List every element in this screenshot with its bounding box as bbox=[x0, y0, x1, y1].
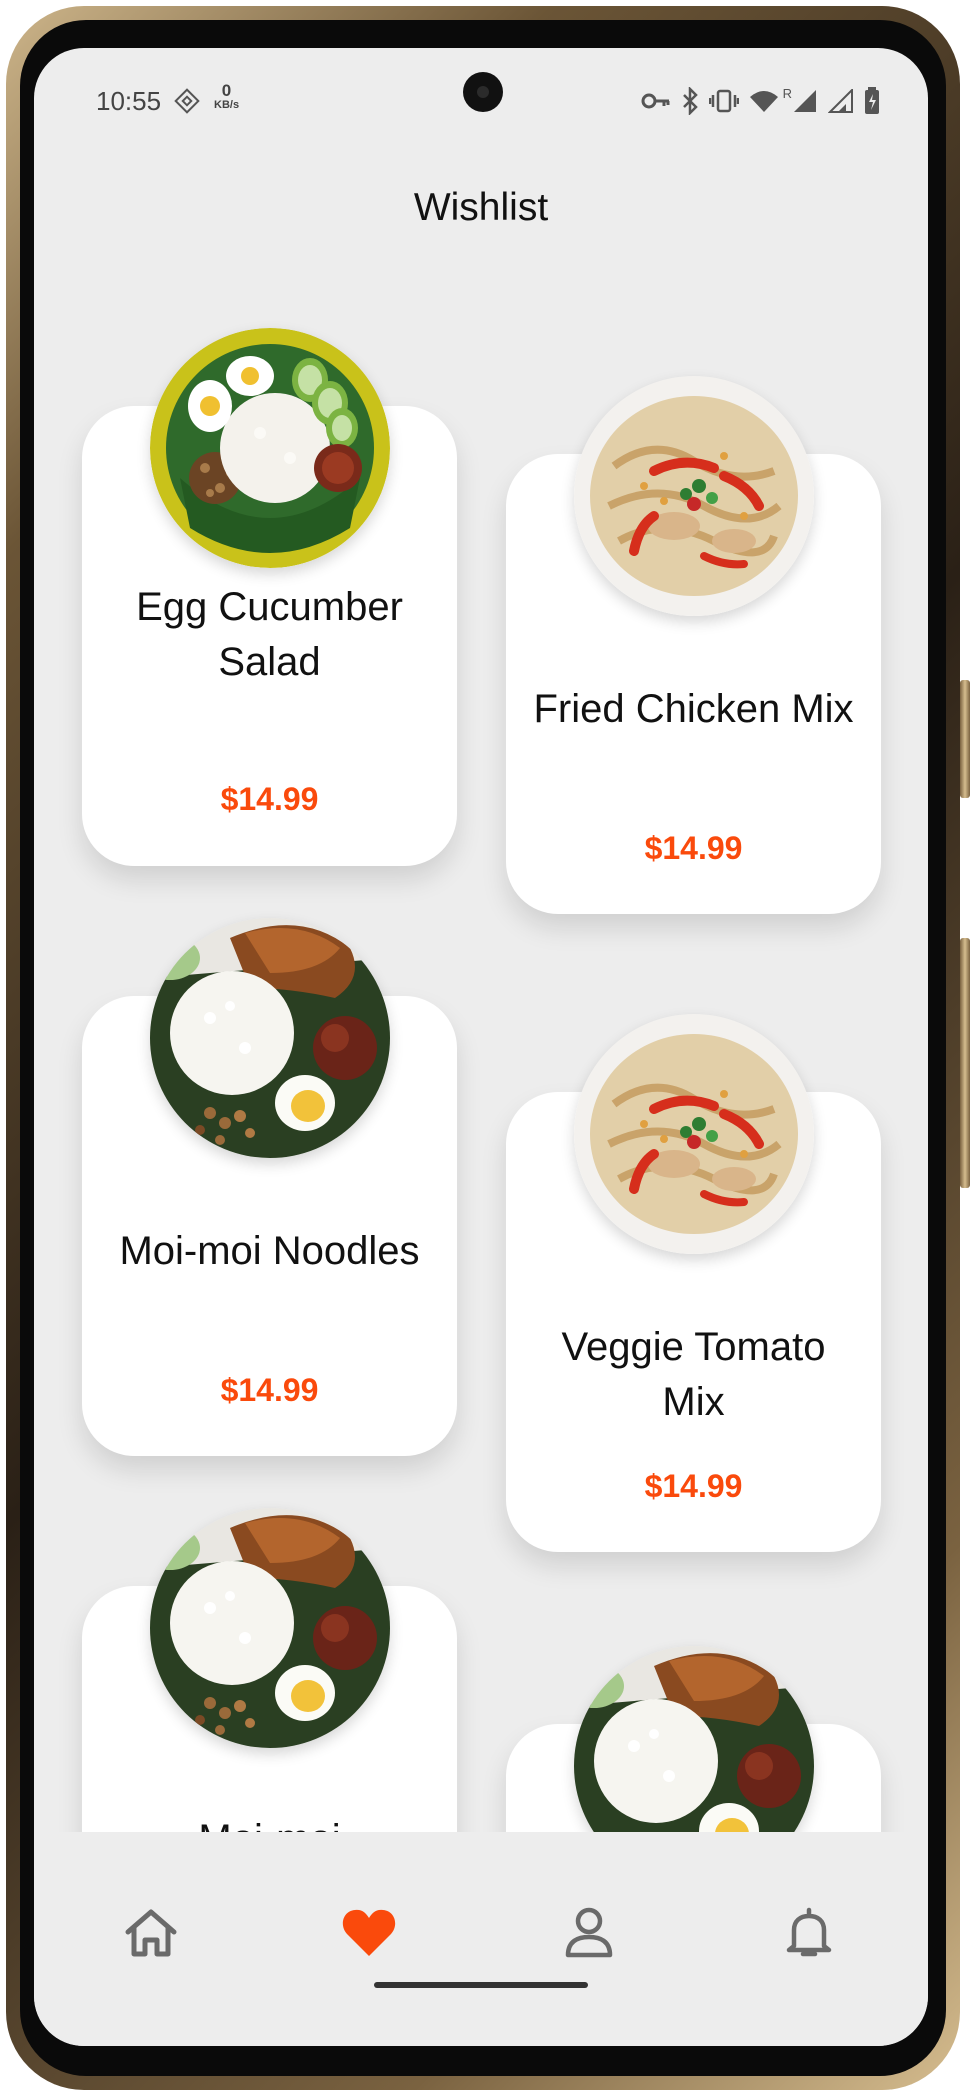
roaming-label: R bbox=[782, 85, 792, 101]
food-image bbox=[150, 918, 390, 1158]
data-speed-unit: KB/s bbox=[214, 99, 240, 111]
item-price: $14.99 bbox=[220, 1372, 319, 1408]
status-bar: 10:55 0 KB/s R bbox=[34, 48, 928, 158]
status-time: 10:55 bbox=[96, 86, 162, 116]
item-name: Egg Cucumber Salad bbox=[136, 585, 403, 684]
home-icon bbox=[125, 1909, 177, 1957]
page-title: Wishlist bbox=[413, 186, 549, 229]
food-image bbox=[574, 1014, 814, 1254]
wifi-icon bbox=[749, 91, 778, 112]
bell-icon bbox=[786, 1907, 832, 1957]
wishlist-list[interactable]: Wishlist Egg Cucumber Salad $14.99 Fried… bbox=[34, 48, 928, 1832]
nav-home[interactable] bbox=[116, 1898, 186, 1968]
food-image bbox=[574, 376, 814, 616]
user-icon bbox=[565, 1907, 613, 1958]
gesture-home-bar[interactable] bbox=[374, 1982, 588, 1988]
heart-icon bbox=[342, 1909, 396, 1956]
item-name: Moi-moi bbox=[102, 1812, 437, 1832]
nav-wishlist[interactable] bbox=[334, 1898, 404, 1968]
item-name: Moi-moi Noodles bbox=[119, 1229, 420, 1273]
food-image bbox=[574, 1646, 814, 1832]
item-name: Veggie Tomato Mix bbox=[561, 1325, 826, 1424]
power-button bbox=[960, 938, 970, 1188]
bottom-nav bbox=[34, 1832, 928, 2046]
screen: Wishlist Egg Cucumber Salad $14.99 Fried… bbox=[34, 48, 928, 2046]
volume-button bbox=[960, 680, 970, 798]
item-price: $14.99 bbox=[644, 830, 743, 866]
food-image bbox=[150, 328, 390, 568]
vibrate-icon bbox=[708, 89, 739, 113]
vpn-key-icon bbox=[641, 93, 670, 109]
bluetooth-icon bbox=[682, 87, 698, 115]
signal-icon bbox=[794, 90, 816, 112]
battery-icon bbox=[865, 87, 879, 114]
status-icons: R bbox=[641, 86, 880, 116]
front-camera bbox=[463, 72, 503, 112]
nav-profile[interactable] bbox=[554, 1898, 624, 1968]
item-name: Fried Chicken Mix bbox=[533, 687, 854, 731]
item-price: $14.99 bbox=[220, 781, 319, 817]
data-speed-value: 0 bbox=[221, 81, 232, 100]
app-notification-icon bbox=[174, 88, 200, 114]
signal-2-icon bbox=[828, 89, 853, 113]
item-price: $14.99 bbox=[644, 1468, 743, 1504]
nav-notifications[interactable] bbox=[774, 1898, 844, 1968]
food-image bbox=[150, 1508, 390, 1748]
data-speed: 0 KB/s bbox=[214, 81, 240, 112]
